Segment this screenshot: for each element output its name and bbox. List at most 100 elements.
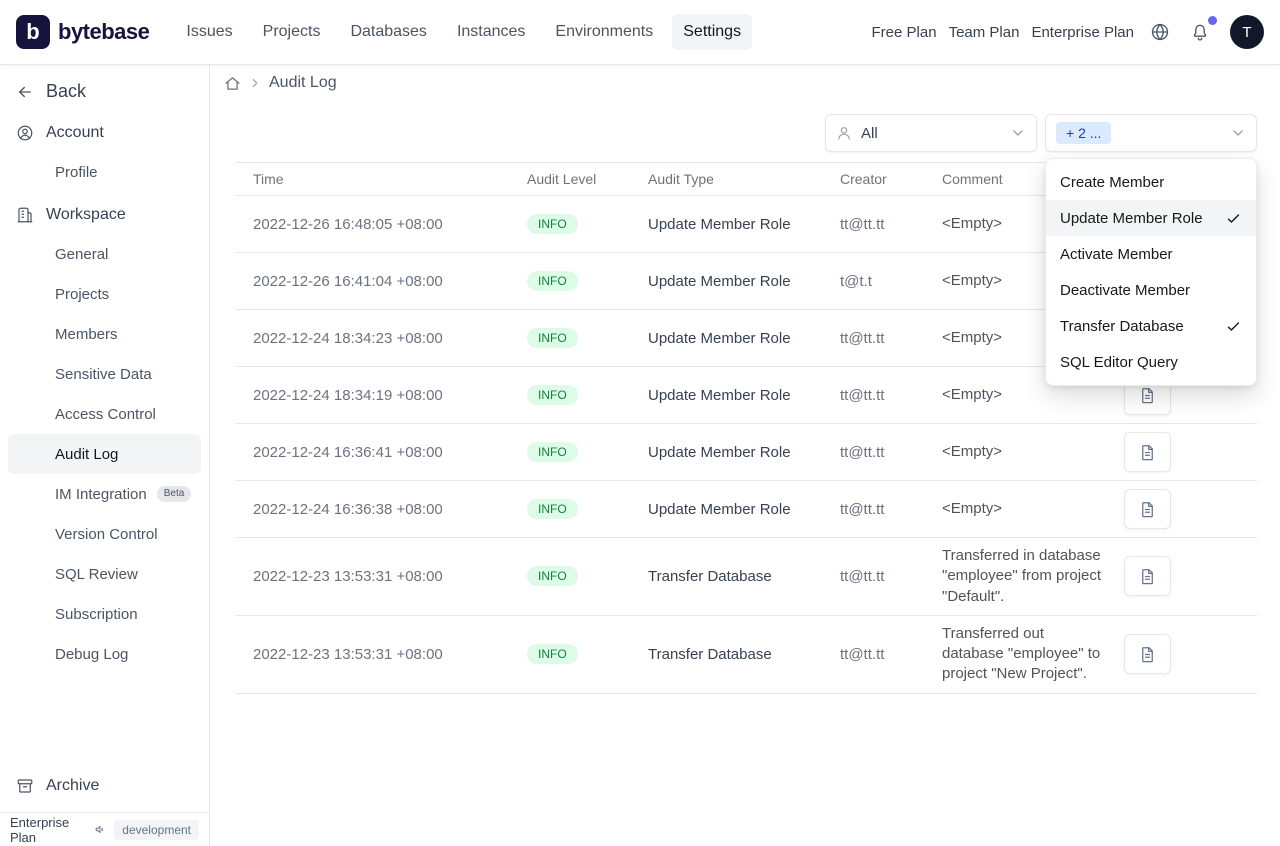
col-creator: Creator <box>840 171 887 187</box>
archive-icon <box>17 779 33 793</box>
audit-creator: tt@tt.tt <box>840 329 885 347</box>
audit-comment: <Empty> <box>942 499 1003 517</box>
audit-comment: <Empty> <box>942 385 1003 403</box>
nav-item-settings[interactable]: Settings <box>672 14 753 50</box>
audit-creator: tt@tt.tt <box>840 500 885 518</box>
audit-level-badge: INFO <box>527 499 578 519</box>
workspace-icon <box>17 207 33 223</box>
audit-time: 2022-12-26 16:48:05 +08:00 <box>253 215 443 233</box>
audit-comment: <Empty> <box>942 442 1003 460</box>
sidebar-item-im-integration[interactable]: IM Integration Beta <box>0 474 209 514</box>
bytebase-logo[interactable]: b bytebase <box>16 15 150 49</box>
view-audit-detail-button[interactable] <box>1124 432 1171 472</box>
menu-item-update-member-role[interactable]: Update Member Role <box>1046 200 1256 236</box>
audit-creator: tt@tt.tt <box>840 567 885 585</box>
notifications-bell-icon[interactable] <box>1186 16 1217 46</box>
free-plan-link[interactable]: Free Plan <box>872 24 937 41</box>
sidebar-item-subscription[interactable]: Subscription <box>0 594 209 634</box>
beta-badge: Beta <box>156 486 192 502</box>
menu-item-label: Update Member Role <box>1060 209 1203 227</box>
home-icon[interactable] <box>224 75 241 92</box>
audit-type: Update Member Role <box>648 386 791 404</box>
speaker-icon[interactable] <box>94 822 107 837</box>
audit-type-filter-select[interactable]: + 2 ... <box>1045 114 1257 152</box>
creator-filter-select[interactable]: All <box>825 114 1037 152</box>
table-row: 2022-12-24 16:36:41 +08:00 INFO Update M… <box>236 424 1257 481</box>
sidebar-item-audit-log[interactable]: Audit Log <box>8 434 201 474</box>
audit-type: Update Member Role <box>648 500 791 518</box>
page-title: Audit Log <box>269 74 337 91</box>
chevron-down-icon <box>1013 130 1023 136</box>
sidebar-item-projects[interactable]: Projects <box>0 274 209 314</box>
user-circle-icon <box>17 125 33 141</box>
chevron-down-icon <box>1233 130 1243 136</box>
person-icon <box>838 127 850 140</box>
sidebar-item-version-control[interactable]: Version Control <box>0 514 209 554</box>
document-icon <box>1142 569 1153 585</box>
audit-time: 2022-12-26 16:41:04 +08:00 <box>253 272 443 290</box>
audit-level-badge: INFO <box>527 442 578 462</box>
table-row: 2022-12-24 16:36:38 +08:00 INFO Update M… <box>236 481 1257 538</box>
sidebar-item-general[interactable]: General <box>0 234 209 274</box>
audit-level-badge: INFO <box>527 385 578 405</box>
audit-time: 2022-12-24 16:36:41 +08:00 <box>253 443 443 461</box>
audit-time: 2022-12-23 13:53:31 +08:00 <box>253 645 443 663</box>
sidebar-item-members[interactable]: Members <box>0 314 209 354</box>
section-workspace-label: Workspace <box>46 206 126 223</box>
creator-filter-value: All <box>861 124 878 142</box>
bytebase-logo-icon: b <box>16 15 50 49</box>
audit-level-badge: INFO <box>527 214 578 234</box>
menu-item-create-member[interactable]: Create Member <box>1046 164 1256 200</box>
audit-type: Update Member Role <box>648 443 791 461</box>
language-icon[interactable] <box>1146 18 1174 46</box>
audit-type: Update Member Role <box>648 329 791 347</box>
sidebar-footer: Enterprise Plan development <box>0 812 209 846</box>
view-audit-detail-button[interactable] <box>1124 634 1171 675</box>
view-audit-detail-button[interactable] <box>1124 556 1171 597</box>
col-audit-level: Audit Level <box>527 171 597 187</box>
audit-type: Update Member Role <box>648 272 791 290</box>
environment-badge: development <box>114 819 199 840</box>
archive-label: Archive <box>46 777 100 794</box>
menu-item-label: Transfer Database <box>1060 317 1184 335</box>
sidebar-item-archive[interactable]: Archive <box>0 768 209 804</box>
document-icon <box>1142 387 1153 403</box>
menu-item-transfer-database[interactable]: Transfer Database <box>1046 308 1256 344</box>
audit-time: 2022-12-24 18:34:23 +08:00 <box>253 329 443 347</box>
audit-type: Transfer Database <box>648 567 772 585</box>
check-icon <box>1225 210 1242 227</box>
menu-item-sql-editor-query[interactable]: SQL Editor Query <box>1046 344 1256 380</box>
audit-time: 2022-12-24 18:34:19 +08:00 <box>253 386 443 404</box>
menu-item-label: SQL Editor Query <box>1060 353 1178 371</box>
audit-creator: tt@tt.tt <box>840 443 885 461</box>
nav-item-instances[interactable]: Instances <box>446 14 536 50</box>
menu-item-label: Deactivate Member <box>1060 281 1191 299</box>
audit-creator: tt@tt.tt <box>840 386 885 404</box>
sidebar-item-profile[interactable]: Profile <box>0 152 209 192</box>
bytebase-logo-text: bytebase <box>58 19 150 44</box>
audit-level-badge: INFO <box>527 566 578 587</box>
menu-item-deactivate-member[interactable]: Deactivate Member <box>1046 272 1256 308</box>
nav-item-issues[interactable]: Issues <box>175 14 243 50</box>
section-account-label: Account <box>46 124 104 141</box>
team-plan-link[interactable]: Team Plan <box>949 24 1020 41</box>
nav-item-environments[interactable]: Environments <box>544 14 664 50</box>
sidebar-item-debug-log[interactable]: Debug Log <box>0 634 209 674</box>
view-audit-detail-button[interactable] <box>1124 489 1171 529</box>
avatar[interactable]: T <box>1230 15 1264 49</box>
sidebar-item-sensitive-data[interactable]: Sensitive Data <box>0 354 209 394</box>
back-button[interactable]: Back <box>0 65 209 114</box>
chevron-right-icon <box>252 78 258 88</box>
sidebar-item-access-control[interactable]: Access Control <box>0 394 209 434</box>
nav-item-databases[interactable]: Databases <box>339 14 438 50</box>
menu-item-activate-member[interactable]: Activate Member <box>1046 236 1256 272</box>
audit-creator: t@t.t <box>840 272 872 290</box>
audit-level-badge: INFO <box>527 271 578 291</box>
im-integration-label: IM Integration <box>55 485 147 503</box>
document-icon <box>1142 646 1153 662</box>
sidebar-item-sql-review[interactable]: SQL Review <box>0 554 209 594</box>
audit-creator: tt@tt.tt <box>840 215 885 233</box>
enterprise-plan-link[interactable]: Enterprise Plan <box>1031 24 1134 41</box>
settings-sidebar: Back Account Profile Workspace General P… <box>0 65 210 846</box>
nav-item-projects[interactable]: Projects <box>252 14 332 50</box>
